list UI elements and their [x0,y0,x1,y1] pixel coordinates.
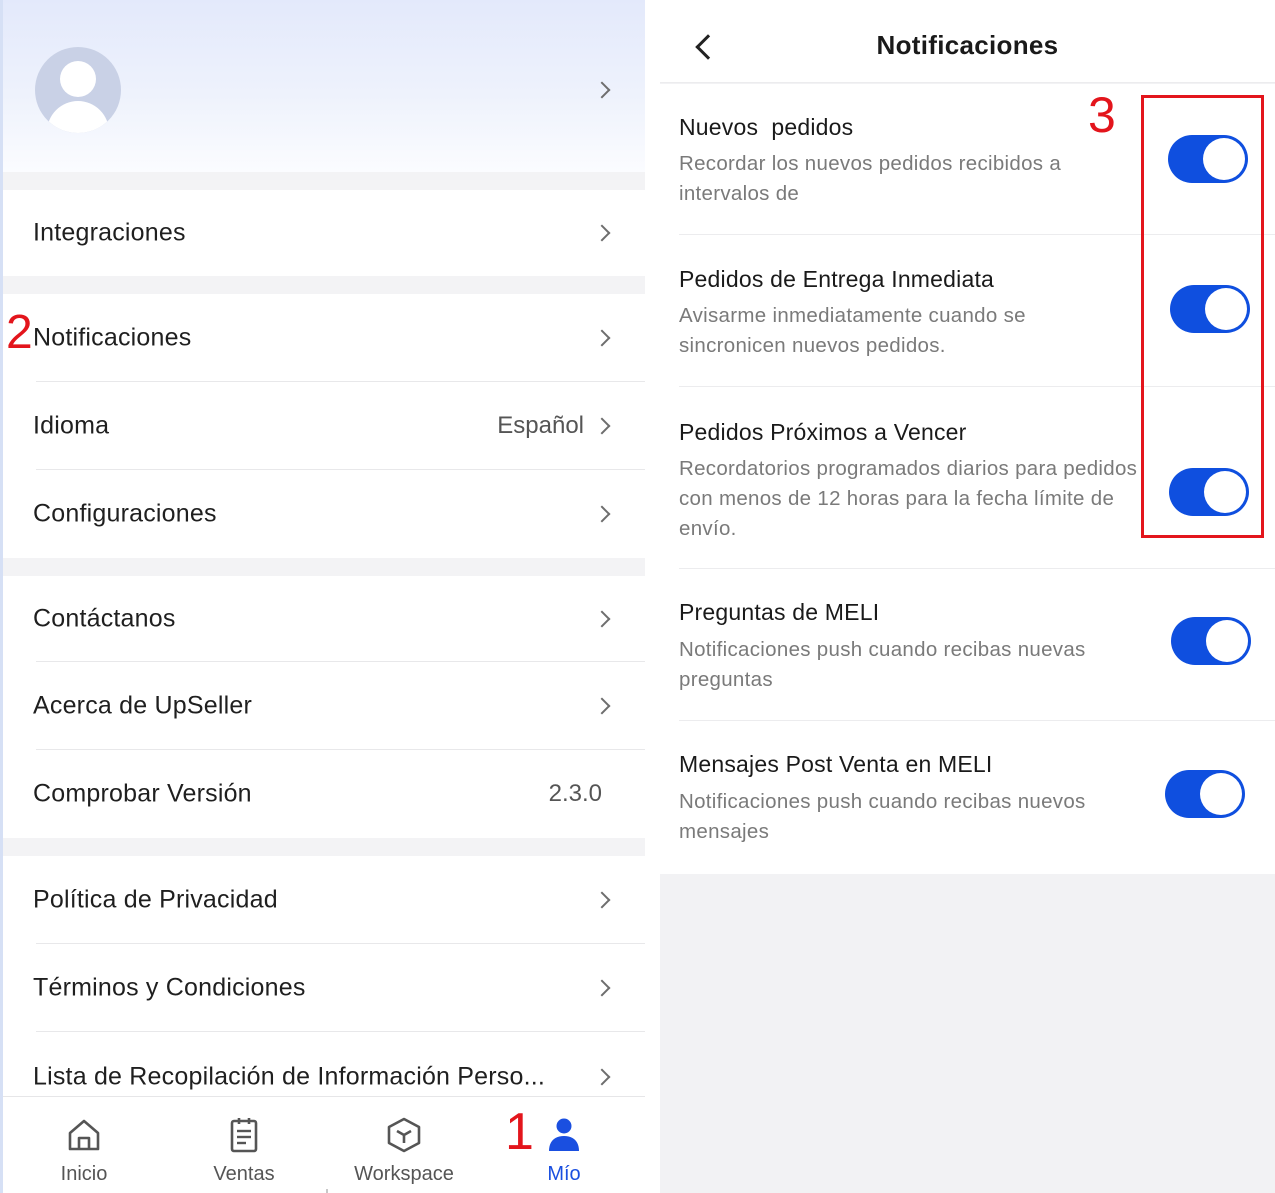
menu-item-privacidad[interactable]: Política de Privacidad [3,856,645,944]
setting-title: Preguntas de MELI [679,599,880,625]
setting-description: Recordar los nuevos pedidos recibidos a … [679,152,1062,205]
setting-description: Notificaciones push cuando recibas nueva… [679,638,1086,691]
menu-item-version[interactable]: Comprobar Versión 2.3.0 [3,750,645,838]
chevron-right-icon [593,417,611,435]
annotation-step-1: 1 [505,1103,534,1161]
setting-mensajes-post-venta: Mensajes Post Venta en MELI Notificacion… [660,721,1275,874]
nav-bar: Notificaciones [660,0,1275,83]
chevron-right-icon [593,610,611,628]
menu-item-label: Términos y Condiciones [33,973,306,1002]
menu-item-integraciones[interactable]: Integraciones [3,190,645,276]
version-value: 2.3.0 [548,780,602,807]
menu-item-label: Lista de Recopilación de Información Per… [33,1062,546,1091]
language-value: Español [497,412,584,439]
home-indicator [326,1189,328,1193]
menu-item-label: Notificaciones [33,323,192,352]
menu-item-label: Idioma [33,411,110,440]
menu-item-terminos[interactable]: Términos y Condiciones [3,944,645,1032]
setting-title: Mensajes Post Venta en MELI [679,751,993,777]
tab-label: Mío [547,1163,581,1185]
chevron-right-icon [593,81,611,99]
menu-item-idioma[interactable]: Idioma Español [3,382,645,470]
menu-item-label: Integraciones [33,218,186,247]
menu-item-configuraciones[interactable]: Configuraciones [3,470,645,558]
chevron-right-icon [593,505,611,523]
chevron-right-icon [593,891,611,909]
setting-title: Pedidos Próximos a Vencer [679,419,967,445]
chevron-right-icon [593,224,611,242]
setting-description: Notificaciones push cuando recibas nuevo… [679,790,1086,843]
section-gap [3,838,645,856]
tab-label: Ventas [213,1163,275,1185]
person-icon [549,1118,579,1151]
toggle-knob [1206,620,1248,662]
menu-item-notificaciones[interactable]: Notificaciones [3,294,645,382]
avatar-head [60,61,96,97]
home-icon [68,1119,100,1151]
menu-item-label: Contáctanos [33,604,176,633]
bottom-tab-bar: Inicio Ventas Workspace Mío [3,1096,645,1193]
section-gap [3,276,645,294]
toggle-knob [1200,773,1242,815]
toggle-switch[interactable] [1165,770,1245,818]
menu-item-label: Comprobar Versión [33,779,252,808]
menu-item-label: Configuraciones [33,499,217,528]
annotation-step-2: 2 [6,306,33,359]
chevron-right-icon [593,697,611,715]
tab-label: Workspace [354,1163,454,1185]
annotation-step-3: 3 [1088,87,1116,143]
chevron-right-icon [593,329,611,347]
menu-item-label: Acerca de UpSeller [33,691,252,720]
setting-title: Pedidos de Entrega Inmediata [679,266,995,292]
tab-label: Inicio [60,1163,108,1185]
setting-preguntas-meli: Preguntas de MELI Notificaciones push cu… [660,569,1275,721]
section-gap [3,558,645,576]
menu-item-label: Política de Privacidad [33,885,278,914]
user-avatar-icon [35,47,121,133]
page-title: Notificaciones [660,30,1275,61]
setting-title: Nuevos pedidos [679,114,854,140]
tab-workspace[interactable]: Workspace [329,1097,479,1193]
toggle-switch[interactable] [1171,617,1251,665]
profile-header[interactable] [3,0,645,172]
notifications-screen: Notificaciones Nuevos pedidos Recordar l… [660,0,1275,1193]
setting-description: Avisarme inmediatamente cuando se sincro… [679,304,1026,357]
page-title-text: Notificaciones [876,30,1059,60]
chevron-right-icon [593,1068,611,1086]
setting-description: Recordatorios programados diarios para p… [679,457,1138,540]
annotation-highlight-box [1141,95,1264,538]
tab-ventas[interactable]: Ventas [169,1097,319,1193]
section-gap [3,172,645,190]
menu-item-acerca[interactable]: Acerca de UpSeller [3,662,645,750]
avatar-body [47,101,109,133]
cube-icon [387,1117,421,1153]
chevron-right-icon [593,979,611,997]
tab-inicio[interactable]: Inicio [9,1097,159,1193]
profile-screen: Integraciones Notificaciones Idioma Espa… [0,0,645,1193]
clipboard-icon [230,1118,258,1153]
menu-item-contactanos[interactable]: Contáctanos [3,576,645,662]
